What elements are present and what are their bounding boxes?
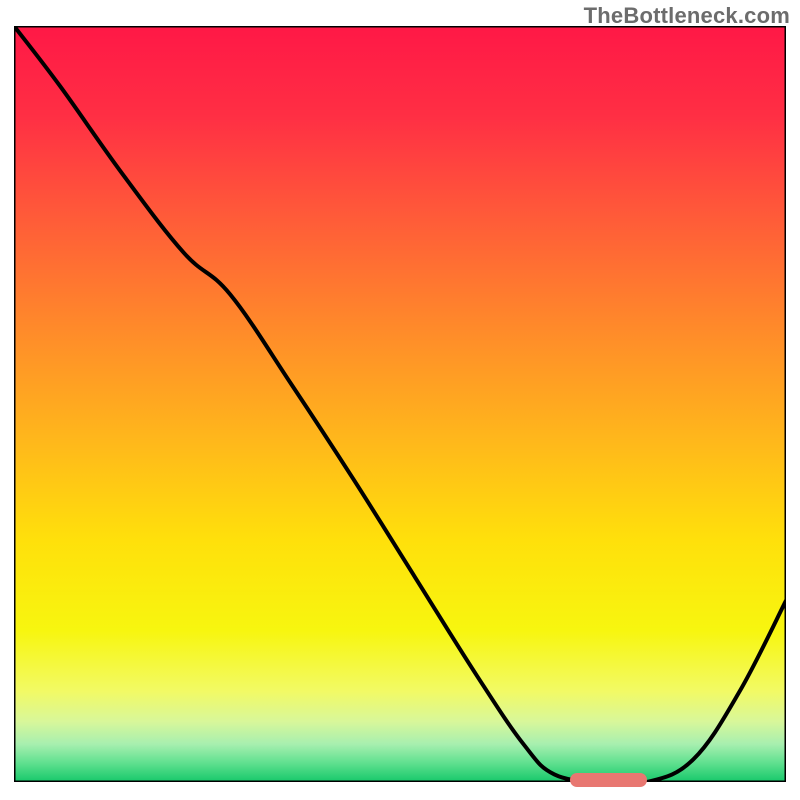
chart-container: TheBottleneck.com bbox=[0, 0, 800, 800]
optimal-range-marker bbox=[570, 773, 647, 787]
gradient-background bbox=[14, 26, 786, 782]
plot-area bbox=[14, 26, 786, 782]
chart-svg bbox=[14, 26, 786, 782]
